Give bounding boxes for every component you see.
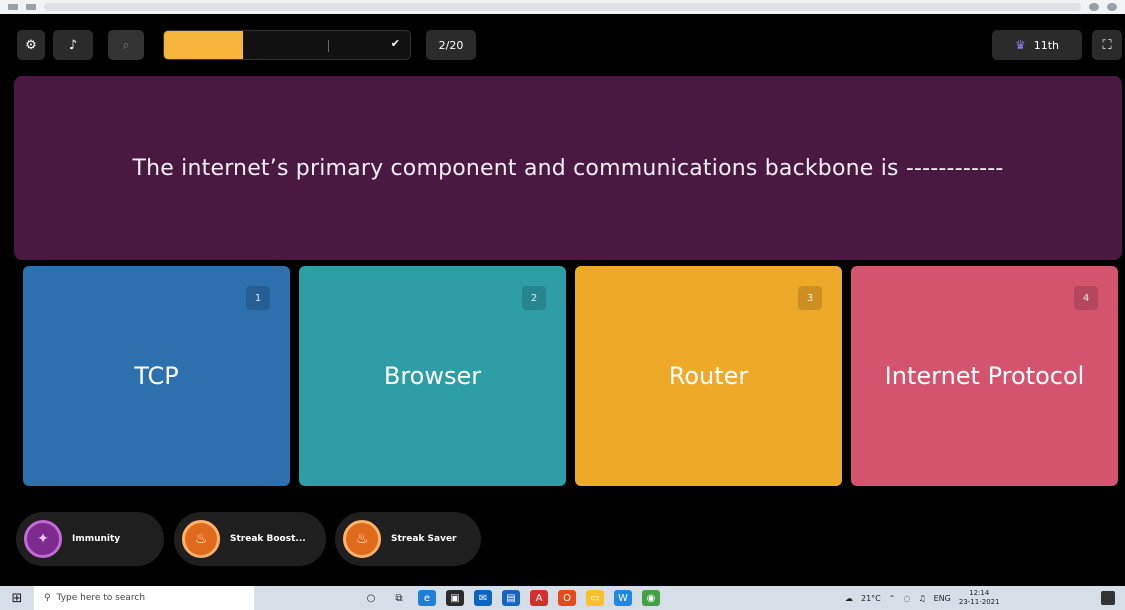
question-panel: The internet’s primary component and com…	[14, 76, 1122, 260]
powerup-label: Streak Saver	[391, 534, 457, 544]
network-icon[interactable]: ◌	[903, 594, 910, 603]
taskbar-apps: ○ ⧉ e ▣ ✉ ▤ A O ▭ W ◉	[362, 586, 660, 610]
weather-icon: ☁	[845, 593, 853, 603]
gear-icon: ⚙	[25, 37, 37, 53]
option-label: Browser	[383, 362, 482, 390]
rank-label: 11th	[1033, 38, 1060, 52]
chevron-up-icon[interactable]: ⌃	[889, 594, 896, 603]
language-indicator[interactable]: ENG	[934, 594, 951, 603]
mail-icon[interactable]: ✉	[474, 590, 492, 606]
powerup-streak-booster[interactable]: ♨ Streak Boost...	[174, 512, 326, 566]
music-toggle-button[interactable]: ♪	[53, 30, 93, 60]
option-number: 2	[522, 286, 546, 310]
back-icon[interactable]	[8, 4, 18, 10]
option-number: 4	[1074, 286, 1098, 310]
windows-start-button[interactable]: ⊞	[0, 586, 34, 610]
clock-time: 12:14	[969, 589, 990, 597]
system-tray: ☁ 21°C ⌃ ◌ ♫ ENG 12:14 23-11-2021	[845, 586, 1000, 610]
notification-icon[interactable]	[1101, 591, 1115, 605]
option-label: TCP	[134, 362, 179, 390]
progress-bar: ✔	[163, 30, 411, 60]
powerup-immunity[interactable]: ✦ Immunity	[16, 512, 164, 566]
taskbar-search-box[interactable]: ⚲ Type here to search	[34, 586, 254, 610]
browser-address-bar[interactable]	[0, 0, 1125, 14]
settings-button[interactable]: ⚙	[17, 30, 45, 60]
progress-divider	[328, 40, 329, 52]
weather-text: 21°C	[861, 593, 881, 603]
music-off-icon: ♪	[68, 37, 78, 53]
answer-option-1[interactable]: 1 TCP	[23, 266, 290, 486]
cortana-icon[interactable]: ○	[362, 590, 380, 606]
option-number: 3	[798, 286, 822, 310]
question-counter: 2/20	[426, 30, 476, 60]
powerup-streak-saver[interactable]: ♨ Streak Saver	[335, 512, 481, 566]
app-icon[interactable]: ▤	[502, 590, 520, 606]
shield-icon: ✦	[24, 520, 62, 558]
task-view-icon[interactable]: ⧉	[390, 590, 408, 606]
option-label: Internet Protocol	[884, 362, 1085, 390]
pdf-reader-icon[interactable]: A	[530, 590, 548, 606]
taskbar-search-placeholder: Type here to search	[56, 593, 146, 603]
edge-icon[interactable]: e	[418, 590, 436, 606]
file-explorer-icon[interactable]: ▭	[586, 590, 604, 606]
search-icon: ⌕	[122, 37, 130, 53]
search-button[interactable]: ⌕	[108, 30, 144, 60]
answer-option-3[interactable]: 3 Router	[575, 266, 842, 486]
volume-icon[interactable]: ♫	[918, 594, 925, 603]
forward-icon[interactable]	[26, 4, 36, 10]
check-icon: ✔	[390, 37, 400, 50]
answer-option-2[interactable]: 2 Browser	[299, 266, 566, 486]
extension-icon[interactable]	[1089, 3, 1099, 11]
medal-icon: ♛	[1014, 38, 1026, 52]
fullscreen-icon: ⛶	[1102, 37, 1112, 53]
office-icon[interactable]: O	[558, 590, 576, 606]
search-icon: ⚲	[44, 593, 51, 603]
chrome-icon[interactable]: ◉	[642, 590, 660, 606]
option-label: Router	[668, 362, 749, 390]
word-icon[interactable]: W	[614, 590, 632, 606]
clock-date: 23-11-2021	[958, 598, 1000, 606]
option-number: 1	[246, 286, 270, 310]
profile-icon[interactable]	[1107, 3, 1117, 11]
answer-option-4[interactable]: 4 Internet Protocol	[851, 266, 1118, 486]
powerup-label: Streak Boost...	[230, 534, 306, 544]
rank-button[interactable]: ♛ 11th	[992, 30, 1082, 60]
powerup-label: Immunity	[72, 534, 121, 544]
fullscreen-button[interactable]: ⛶	[1092, 30, 1122, 60]
progress-fill	[164, 31, 243, 59]
game-toolbar: ⚙ ♪ ⌕ ✔ 2/20 ♛ 11th ⛶	[0, 14, 1125, 72]
url-field[interactable]	[44, 3, 1081, 11]
question-text: The internet’s primary component and com…	[132, 155, 1004, 181]
windows-taskbar: ⊞ ⚲ Type here to search ○ ⧉ e ▣ ✉ ▤ A O …	[0, 586, 1125, 610]
flame-icon: ♨	[343, 520, 381, 558]
flame-icon: ♨	[182, 520, 220, 558]
taskbar-clock[interactable]: 12:14 23-11-2021	[959, 589, 1000, 607]
store-icon[interactable]: ▣	[446, 590, 464, 606]
